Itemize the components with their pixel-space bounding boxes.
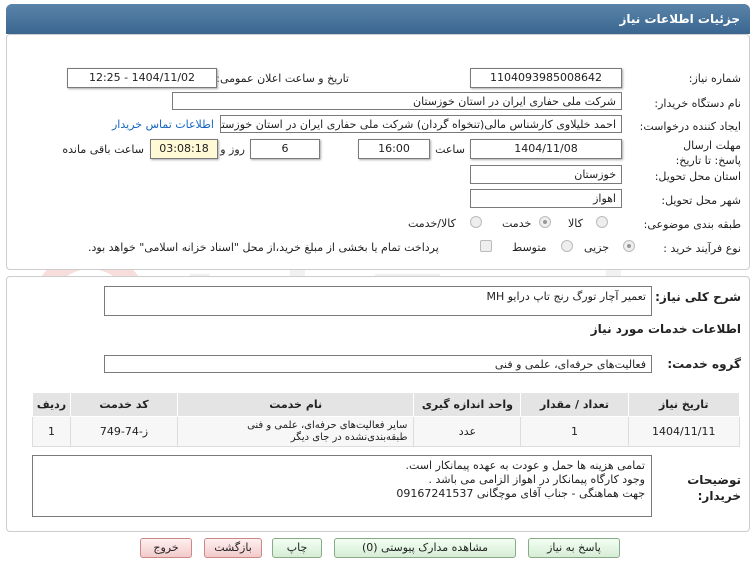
category-option-service: خدمت [502, 217, 532, 230]
remaining-time-field: 03:08:18 [150, 139, 218, 159]
services-table: تاریخ نیاز تعداد / مقدار واحد اندازه گیر… [32, 392, 740, 447]
purchase-radio-minor[interactable] [623, 240, 635, 252]
cell-unit: عدد [413, 416, 522, 447]
category-radio-goods-service[interactable] [470, 216, 482, 228]
panel-header: جزئیات اطلاعات نیاز [6, 4, 750, 34]
city-field: اهواز [470, 189, 622, 208]
buyer-notes-label: توضیحات خریدار: [687, 473, 741, 503]
category-label: طبقه بندی موضوعی: [643, 218, 741, 231]
buyer-note-line: جهت هماهنگی - جناب آقای موچگانی 09167241… [396, 487, 645, 500]
table-row: 1404/11/11 1 عدد سایر فعالیت‌های حرفه‌ای… [32, 416, 740, 447]
time-label: ساعت [435, 143, 465, 156]
print-button[interactable]: چاپ [272, 538, 322, 558]
days-field: 6 [250, 139, 320, 159]
buyer-note-line: وجود کارگاه پیمانکار در اهواز الزامی می … [428, 473, 645, 486]
purchase-option-medium: متوسط [512, 241, 547, 254]
exit-button[interactable]: خروج [140, 538, 192, 558]
col-service-name: نام خدمت [176, 392, 415, 417]
days-label: روز و [220, 143, 245, 156]
summary-field: تعمیر آچار تورگ رنج تاپ درایو MH [104, 286, 652, 316]
announce-label: تاریخ و ساعت اعلان عمومی: [216, 72, 349, 85]
remaining-label: ساعت باقی مانده [62, 143, 144, 156]
purchase-option-minor: جزیی [584, 241, 610, 254]
province-label: استان محل تحویل: [654, 170, 741, 183]
attachments-button[interactable]: مشاهده مدارک پیوستی (0) [334, 538, 516, 558]
province-field: خوزستان [470, 165, 622, 184]
cell-service-name: سایر فعالیت‌های حرفه‌ای، علمی و فنی طبقه… [176, 416, 415, 447]
back-button[interactable]: بازگشت [204, 538, 262, 558]
city-label: شهر محل تحویل: [661, 194, 741, 207]
creator-label: ایجاد کننده درخواست: [639, 120, 741, 133]
treasury-payment-checkbox[interactable] [480, 240, 492, 252]
table-header-row: تاریخ نیاز تعداد / مقدار واحد اندازه گیر… [32, 392, 740, 417]
purchase-radio-medium[interactable] [561, 240, 573, 252]
category-radio-goods[interactable] [596, 216, 608, 228]
contact-info-link[interactable]: اطلاعات تماس خریدار [112, 118, 214, 131]
col-quantity: تعداد / مقدار [520, 392, 629, 417]
buyer-org-field: شرکت ملی حفاری ایران در استان خوزستان [172, 92, 622, 110]
buyer-note-line: تمامی هزینه ها حمل و عودت به عهده پیمانک… [405, 459, 646, 472]
reply-button[interactable]: پاسخ به نیاز [528, 538, 620, 558]
buyer-notes-field: تمامی هزینه ها حمل و عودت به عهده پیمانک… [32, 455, 652, 517]
category-option-goods-service: کالا/خدمت [408, 217, 456, 230]
need-number-label: شماره نیاز: [688, 72, 741, 85]
summary-label: شرح کلی نیاز: [655, 290, 741, 304]
deadline-time-field: 16:00 [358, 139, 430, 159]
col-unit: واحد اندازه گیری [413, 392, 522, 417]
announce-field: 1404/11/02 - 12:25 [67, 68, 217, 88]
service-group-label: گروه خدمت: [667, 357, 741, 371]
deadline-label: مهلت ارسال پاسخ: تا تاریخ: [675, 139, 741, 167]
need-number-field: 1104093985008642 [470, 68, 622, 88]
col-row-number: ردیف [32, 392, 71, 417]
creator-field: احمد خلیلاوی کارشناس مالی(تنخواه گردان) … [220, 115, 622, 133]
service-group-field: فعالیت‌های حرفه‌ای، علمی و فنی [104, 355, 652, 373]
cell-need-date: 1404/11/11 [627, 416, 740, 447]
buyer-org-label: نام دستگاه خریدار: [654, 97, 741, 110]
deadline-date-field: 1404/11/08 [470, 139, 622, 159]
category-radio-service[interactable] [539, 216, 551, 228]
services-section-title: اطلاعات خدمات مورد نیاز [590, 322, 741, 336]
payment-note: پرداخت تمام یا بخشی از مبلغ خرید،از محل … [88, 241, 439, 254]
cell-quantity: 1 [520, 416, 629, 447]
cell-service-code: ز-74-749 [69, 416, 179, 447]
purchase-type-label: نوع فرآیند خرید : [663, 242, 741, 255]
col-service-code: کد خدمت [69, 392, 179, 417]
col-need-date: تاریخ نیاز [627, 392, 740, 417]
category-option-goods: کالا [568, 217, 583, 230]
cell-row-number: 1 [32, 416, 71, 447]
